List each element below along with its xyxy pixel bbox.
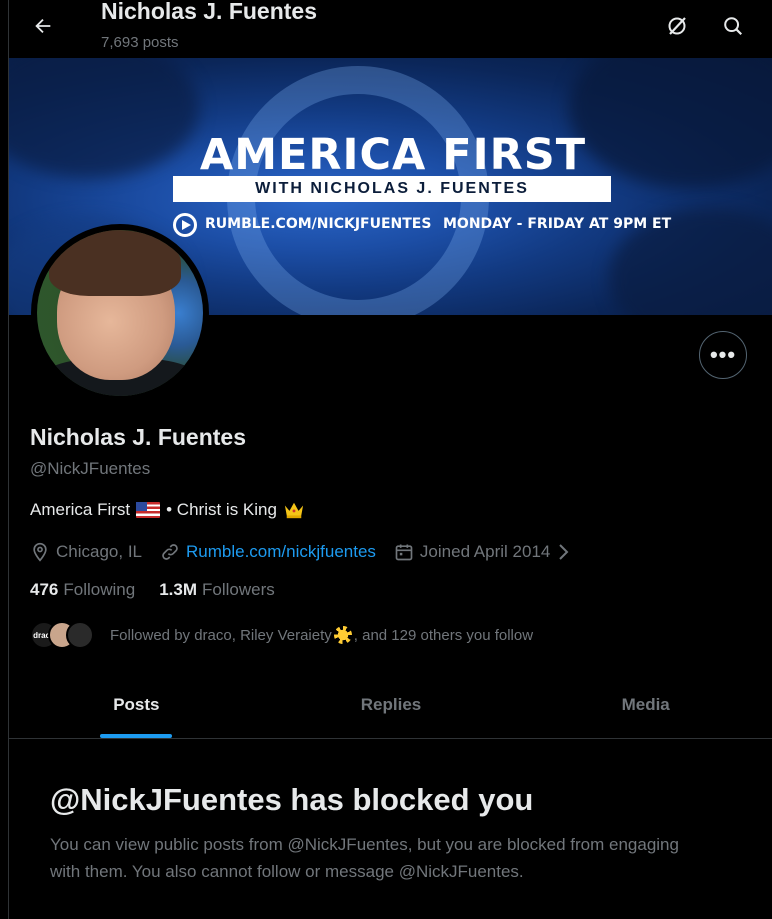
- following-label: Following: [63, 580, 136, 599]
- profile-name: Nicholas J. Fuentes: [30, 424, 247, 450]
- joined-item[interactable]: Joined April 2014: [394, 542, 570, 562]
- location-text: Chicago, IL: [56, 542, 142, 561]
- profile-meta: Chicago, IL Rumble.com/nickjfuentes Join…: [30, 540, 588, 564]
- tab-media[interactable]: Media: [518, 672, 772, 738]
- profile-column: Nicholas J. Fuentes 7,693 posts AMERICA …: [8, 0, 772, 919]
- followers-label: Followers: [201, 580, 275, 599]
- bio-text-2: • Christ is King: [166, 500, 277, 519]
- profile-avatar[interactable]: [31, 224, 209, 402]
- joined-text: Joined April 2014: [419, 542, 551, 561]
- banner-url: RUMBLE.COM/NICKJFUENTES: [205, 216, 432, 232]
- top-header: Nicholas J. Fuentes 7,693 posts: [9, 0, 772, 58]
- calendar-icon: [395, 544, 413, 561]
- blocked-message: You can view public posts from @NickJFue…: [50, 835, 679, 881]
- grok-icon: [668, 17, 686, 35]
- follow-stats: 476 Following 1.3M Followers: [30, 580, 275, 600]
- banner-title: AMERICA FIRST: [199, 130, 587, 180]
- following-link[interactable]: 476 Following: [30, 580, 135, 600]
- tab-posts[interactable]: Posts: [9, 672, 264, 738]
- blocked-title: @NickJFuentes has blocked you: [50, 782, 534, 817]
- follower-avatar: [66, 621, 94, 649]
- website-item: Rumble.com/nickjfuentes: [160, 542, 376, 562]
- header-title: Nicholas J. Fuentes: [101, 0, 318, 24]
- header-post-count: 7,693 posts: [101, 34, 179, 51]
- followers-link[interactable]: 1.3M Followers: [159, 580, 275, 600]
- chevron-right-icon: [559, 544, 569, 560]
- more-dots-icon: •••: [709, 342, 737, 367]
- search-icon: [724, 17, 743, 36]
- link-icon: [162, 544, 178, 560]
- bio-text: America First: [30, 500, 131, 519]
- location-pin-icon: [33, 542, 47, 562]
- following-count: 476: [30, 580, 59, 599]
- location-item: Chicago, IL: [30, 542, 142, 562]
- sun-icon: [333, 626, 352, 644]
- active-tab-indicator: [100, 734, 173, 738]
- followers-count: 1.3M: [159, 580, 197, 599]
- search-button[interactable]: [715, 8, 751, 44]
- profile-bio: America First • Christ is King: [30, 500, 305, 520]
- tab-replies[interactable]: Replies: [264, 672, 519, 738]
- play-icon: [173, 213, 197, 237]
- profile-handle: @NickJFuentes: [30, 459, 151, 478]
- more-options-button[interactable]: •••: [699, 331, 747, 379]
- banner-subtitle: WITH NICHOLAS J. FUENTES: [173, 176, 611, 202]
- crown-icon: [284, 502, 304, 519]
- followed-by-text: Followed by draco, Riley Veraiety: [110, 626, 332, 644]
- banner-schedule: MONDAY - FRIDAY AT 9PM ET: [443, 216, 672, 232]
- avatar-photo: [37, 230, 203, 396]
- followed-by-text-2: , and 129 others you follow: [353, 626, 534, 644]
- grok-button[interactable]: [659, 8, 695, 44]
- website-link[interactable]: Rumble.com/nickjfuentes: [186, 542, 376, 562]
- back-arrow-icon: [35, 18, 51, 34]
- profile-tabs: Posts Replies Media: [9, 672, 772, 739]
- back-button[interactable]: [27, 10, 59, 42]
- followed-by[interactable]: draco Followed by draco, Riley Veraiety …: [30, 621, 533, 649]
- us-flag-icon: [136, 502, 161, 518]
